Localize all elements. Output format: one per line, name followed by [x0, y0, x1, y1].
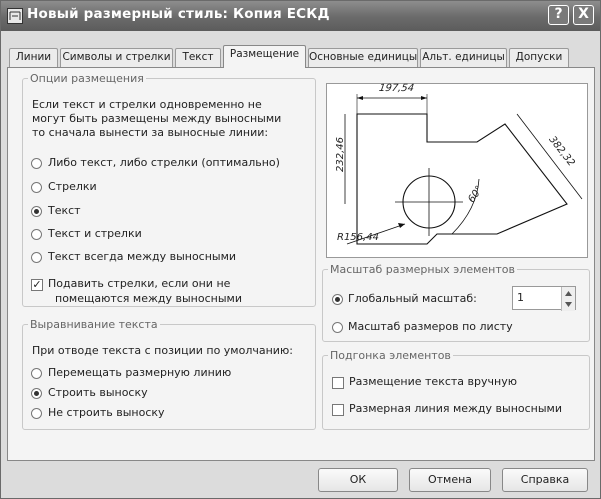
- radio-text-and-arrows[interactable]: [31, 229, 42, 240]
- tab-tolerances[interactable]: Допуски: [509, 48, 569, 67]
- radio-either-text-or-arrows[interactable]: [31, 158, 42, 169]
- cancel-button[interactable]: Отмена: [409, 468, 491, 492]
- preview-dim-radius: R156,44: [337, 232, 379, 243]
- suppress-arrows-checkbox[interactable]: ✓: [31, 279, 43, 291]
- fit-description-line2: могут быть размещены между выносными: [32, 112, 282, 125]
- radio-move-dimension-line-label[interactable]: Перемещать размерную линию: [48, 366, 231, 379]
- radio-text-label[interactable]: Текст: [48, 204, 81, 217]
- radio-with-leader[interactable]: [31, 388, 42, 399]
- tab-alternate-units[interactable]: Альт. единицы: [420, 48, 507, 67]
- fine-tuning-group: Подгонка элементов: [322, 349, 590, 430]
- tab-lines[interactable]: Линии: [9, 48, 58, 67]
- radio-without-leader[interactable]: [31, 408, 42, 419]
- fit-options-legend: Опции размещения: [30, 72, 144, 85]
- scale-spinner[interactable]: [561, 287, 575, 311]
- dimension-line-between-checkbox[interactable]: [332, 404, 344, 416]
- scale-legend: Масштаб размерных элементов: [330, 263, 515, 276]
- spinner-arrows-icon: [565, 291, 572, 307]
- radio-text[interactable]: [31, 206, 42, 217]
- dimension-style-icon: [7, 8, 23, 24]
- ok-button[interactable]: ОК: [318, 468, 398, 492]
- radio-without-leader-label[interactable]: Не строить выноску: [48, 406, 165, 419]
- radio-scale-to-layout-label[interactable]: Масштаб размеров по листу: [348, 320, 513, 333]
- radio-arrows[interactable]: [31, 182, 42, 193]
- radio-global-scale[interactable]: [332, 294, 343, 305]
- preview-pane: 197,54 232,46 382,32 60° R156,44: [326, 83, 588, 258]
- radio-text-always-between[interactable]: [31, 252, 42, 263]
- suppress-arrows-label-1[interactable]: Подавить стрелки, если они не: [48, 277, 230, 290]
- dimension-line-between-label[interactable]: Размерная линия между выносными: [349, 402, 562, 415]
- manual-text-placement-checkbox[interactable]: [332, 377, 344, 389]
- radio-scale-to-layout[interactable]: [332, 322, 343, 333]
- help-title-button[interactable]: ?: [548, 5, 569, 25]
- suppress-arrows-label-2[interactable]: помещаются между выносными: [55, 292, 242, 305]
- fit-description-line1: Если текст и стрелки одновременно не: [32, 98, 262, 111]
- global-scale-value[interactable]: 1: [517, 291, 524, 304]
- text-placement-legend: Выравнивание текста: [30, 318, 158, 331]
- window-title: Новый размерный стиль: Копия ЕСКД: [27, 6, 330, 22]
- dialog-window: Новый размерный стиль: Копия ЕСКД ? X Ли…: [0, 0, 601, 499]
- manual-text-placement-label[interactable]: Размещение текста вручную: [349, 375, 517, 388]
- fine-tuning-legend: Подгонка элементов: [330, 349, 451, 362]
- radio-either-text-or-arrows-label[interactable]: Либо текст, либо стрелки (оптимально): [48, 156, 280, 169]
- tab-symbols-arrows[interactable]: Символы и стрелки: [60, 48, 173, 67]
- close-button[interactable]: X: [573, 5, 594, 25]
- tab-primary-units[interactable]: Основные единицы: [308, 48, 418, 67]
- radio-move-dimension-line[interactable]: [31, 368, 42, 379]
- global-scale-input[interactable]: 1: [512, 286, 576, 311]
- radio-arrows-label[interactable]: Стрелки: [48, 180, 97, 193]
- tab-text[interactable]: Текст: [175, 48, 221, 67]
- radio-global-scale-label[interactable]: Глобальный масштаб:: [348, 292, 477, 305]
- fit-description-line3: то сначала вынести за выносные линии:: [32, 126, 269, 139]
- radio-with-leader-label[interactable]: Строить выноску: [48, 386, 148, 399]
- help-button[interactable]: Справка: [502, 468, 588, 492]
- tab-fit[interactable]: Размещение: [223, 45, 306, 68]
- title-bar: Новый размерный стиль: Копия ЕСКД ? X: [1, 1, 600, 31]
- preview-dim-left: 232,46: [335, 137, 346, 172]
- preview-dim-top: 197,54: [378, 83, 415, 94]
- text-placement-description: При отводе текста с позиции по умолчанию…: [32, 344, 293, 357]
- tab-panel: Опции размещения Если текст и стрелки од…: [7, 67, 595, 461]
- radio-text-and-arrows-label[interactable]: Текст и стрелки: [48, 227, 142, 240]
- radio-text-always-between-label[interactable]: Текст всегда между выносными: [48, 250, 236, 263]
